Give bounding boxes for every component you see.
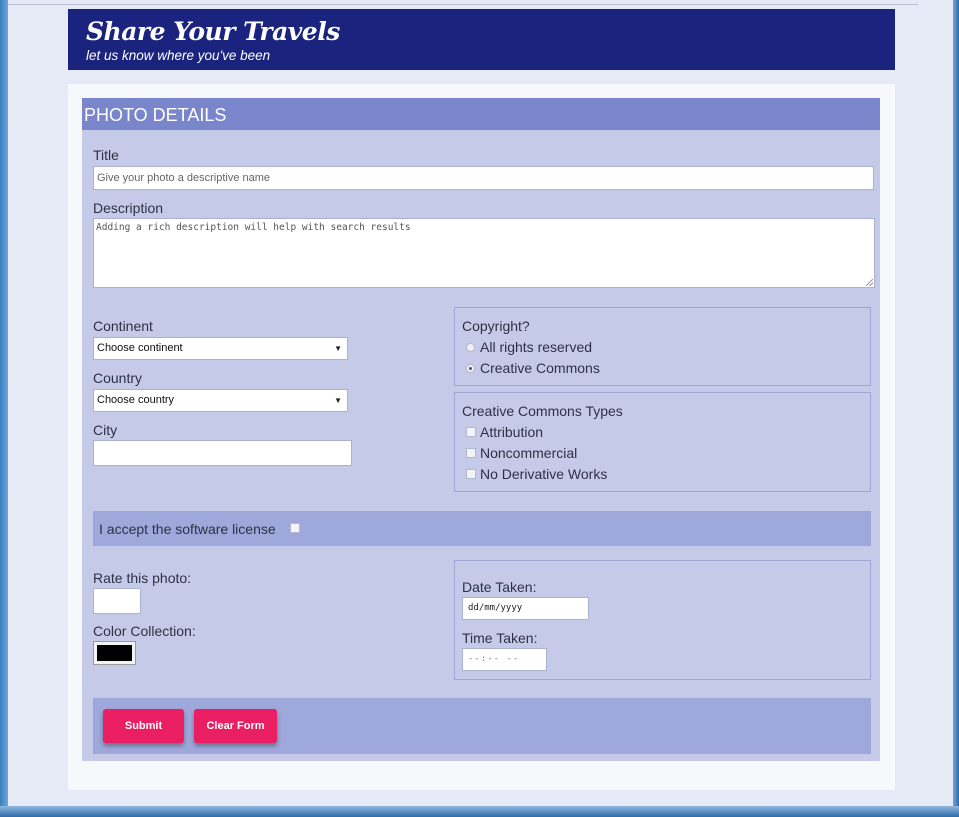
site-header: Share Your Travels let us know where you…: [68, 9, 895, 70]
radio-creative-commons[interactable]: [466, 364, 475, 373]
license-label: I accept the software license: [99, 521, 276, 537]
city-input[interactable]: [93, 440, 352, 466]
continent-select[interactable]: Choose continent ▼: [93, 337, 348, 360]
date-label: Date Taken:: [462, 579, 537, 595]
date-placeholder: dd/mm/yyyy: [468, 603, 523, 613]
window-frame-right: [953, 0, 959, 817]
description-placeholder: Adding a rich description will help with…: [96, 222, 411, 233]
taskbar-edge: [0, 806, 959, 817]
title-input[interactable]: Give your photo a descriptive name: [93, 166, 874, 190]
checkbox-label-attribution: Attribution: [480, 424, 544, 440]
checkbox-label-no-derivative: No Derivative Works: [480, 466, 608, 482]
checkbox-noncommercial[interactable]: [466, 448, 476, 458]
license-checkbox[interactable]: [290, 523, 300, 533]
site-subtitle: let us know where you've been: [86, 48, 271, 63]
window-frame-left: [0, 0, 8, 817]
color-picker[interactable]: [93, 641, 136, 665]
rate-label: Rate this photo:: [93, 570, 192, 586]
country-select[interactable]: Choose country ▼: [93, 389, 348, 412]
submit-button[interactable]: Submit: [103, 709, 184, 743]
time-placeholder: --:-- --: [468, 654, 520, 664]
time-label: Time Taken:: [462, 630, 538, 646]
radio-label-all-rights: All rights reserved: [480, 339, 593, 355]
continent-label: Continent: [93, 318, 153, 334]
radio-all-rights-reserved[interactable]: [466, 343, 475, 352]
dropdown-arrow-icon: ▼: [334, 396, 342, 405]
country-label: Country: [93, 370, 143, 386]
color-swatch-fill: [97, 645, 132, 661]
cc-types-legend: Creative Commons Types: [462, 403, 623, 419]
continent-selected-value: Choose continent: [97, 342, 183, 354]
resize-grip-icon[interactable]: [866, 279, 873, 286]
description-textarea[interactable]: Adding a rich description will help with…: [93, 218, 875, 288]
date-input[interactable]: dd/mm/yyyy: [462, 597, 589, 620]
description-label: Description: [93, 200, 164, 216]
checkbox-label-noncommercial: Noncommercial: [480, 445, 578, 461]
checkbox-no-derivative-works[interactable]: [466, 469, 476, 479]
rate-input[interactable]: [93, 588, 141, 614]
dropdown-arrow-icon: ▼: [334, 344, 342, 353]
checkbox-attribution[interactable]: [466, 427, 476, 437]
title-placeholder: Give your photo a descriptive name: [97, 172, 271, 184]
site-title: Share Your Travels: [86, 17, 340, 46]
city-label: City: [93, 422, 118, 438]
panel-title: PHOTO DETAILS: [82, 98, 880, 130]
color-label: Color Collection:: [93, 623, 196, 639]
browser-top-border: [8, 4, 918, 5]
clear-form-button[interactable]: Clear Form: [194, 709, 277, 743]
title-label: Title: [93, 147, 119, 163]
country-selected-value: Choose country: [97, 394, 175, 406]
time-input[interactable]: --:-- --: [462, 648, 547, 671]
radio-label-creative-commons: Creative Commons: [480, 360, 600, 376]
copyright-legend: Copyright?: [462, 318, 530, 334]
